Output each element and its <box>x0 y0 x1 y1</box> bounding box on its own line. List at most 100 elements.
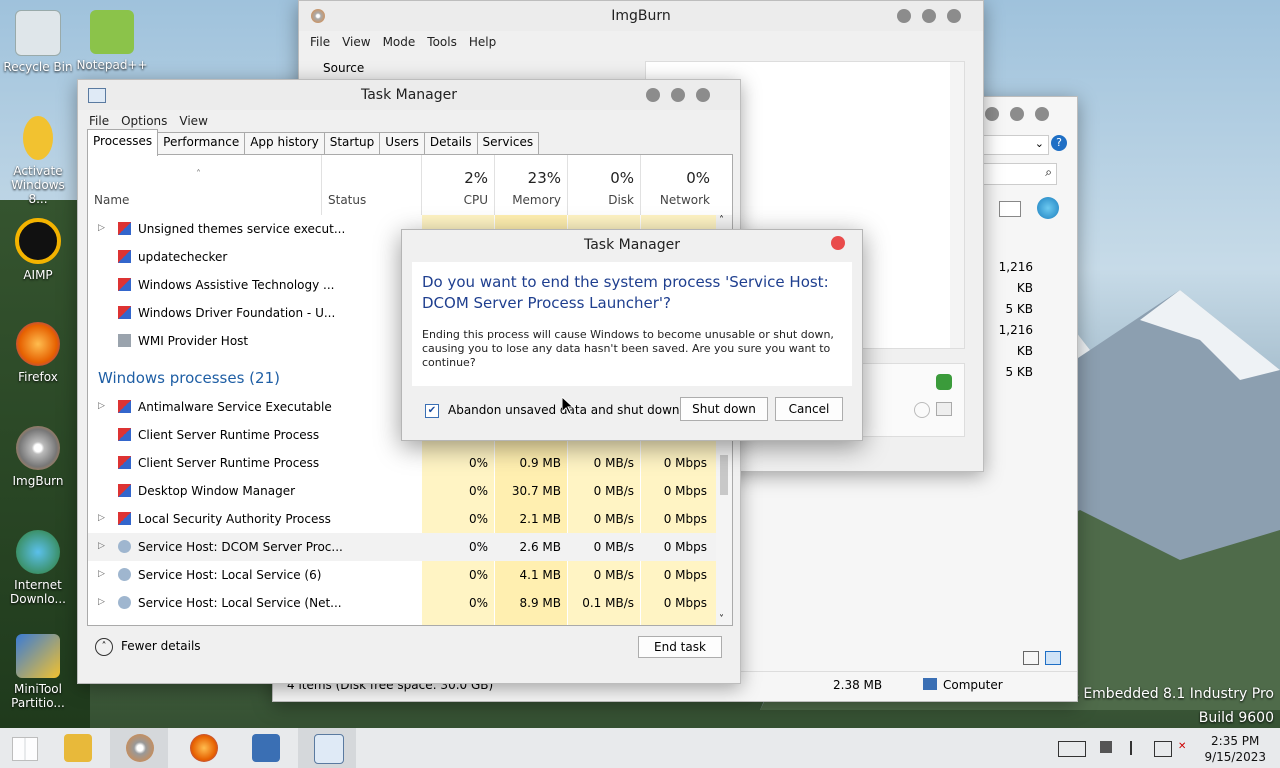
cpu-value: 0% <box>468 596 488 610</box>
table-row[interactable]: Client Server Runtime Process 0% 0.9 MB … <box>88 449 716 477</box>
expand-arrow-icon[interactable]: ▷ <box>98 513 105 523</box>
tab-users[interactable]: Users <box>379 132 425 154</box>
taskbar-imgburn[interactable] <box>110 728 168 768</box>
windows-watermark-edition: ws Embedded 8.1 Industry Pro <box>1060 686 1274 702</box>
table-row-selected[interactable]: ▷ Service Host: DCOM Server Proc... 0% 2… <box>88 533 716 561</box>
taskbar-task-manager[interactable] <box>298 728 356 768</box>
expand-arrow-icon[interactable]: ▷ <box>98 569 105 579</box>
scrollbar-thumb[interactable] <box>720 455 728 495</box>
expand-arrow-icon[interactable]: ▷ <box>98 541 105 551</box>
imgburn-titlebar[interactable]: ImgBurn <box>299 1 983 31</box>
green-build-icon[interactable] <box>936 374 952 390</box>
explorer-address-dropdown[interactable]: ⌄ <box>983 135 1049 155</box>
network-globe-icon[interactable] <box>1037 197 1059 219</box>
table-row[interactable]: ▷ Service Host: Local Service (Net... 0%… <box>88 589 716 617</box>
minimize-button[interactable] <box>897 9 911 23</box>
table-row[interactable]: ▷ Service Host: Local Service (6) 0% 4.1… <box>88 561 716 589</box>
desktop-icon-notepadpp[interactable]: Notepad++ <box>74 10 150 72</box>
log-scrollbar[interactable] <box>950 62 964 348</box>
table-row[interactable]: Desktop Window Manager 0% 30.7 MB 0 MB/s… <box>88 477 716 505</box>
network-disconnected-icon[interactable] <box>1154 741 1172 757</box>
close-button[interactable] <box>1035 107 1049 121</box>
maximize-button[interactable] <box>922 9 936 23</box>
large-icons-view-icon[interactable] <box>1045 651 1061 665</box>
menu-options[interactable]: Options <box>116 114 172 128</box>
stop-square-icon[interactable] <box>1100 741 1112 753</box>
menu-file[interactable]: File <box>84 114 114 128</box>
process-app-icon <box>118 428 131 441</box>
end-process-dialog[interactable]: Task Manager Do you want to end the syst… <box>401 229 863 441</box>
desktop-icon-recycle-bin[interactable]: Recycle Bin <box>0 10 76 74</box>
source-group-label: Source <box>323 61 365 75</box>
imgburn-menubar: File View Mode Tools Help <box>299 31 983 53</box>
close-button[interactable] <box>831 236 845 250</box>
table-row[interactable]: ▷ Local Security Authority Process 0% 2.… <box>88 505 716 533</box>
column-header-status-area <box>322 155 422 215</box>
tab-startup[interactable]: Startup <box>323 132 381 154</box>
process-name: Service Host: Local Service (Net... <box>138 596 342 610</box>
tab-app-history[interactable]: App history <box>244 132 325 154</box>
taskbar-file-explorer[interactable] <box>48 728 106 768</box>
menu-tools[interactable]: Tools <box>422 35 462 49</box>
tab-services[interactable]: Services <box>476 132 540 154</box>
memory-value: 2.6 MB <box>519 540 561 554</box>
expand-arrow-icon[interactable]: ▷ <box>98 401 105 411</box>
details-view-icon[interactable] <box>1023 651 1039 665</box>
taskbar-firefox[interactable] <box>174 728 232 768</box>
menu-help[interactable]: Help <box>464 35 501 49</box>
system-clock[interactable]: 2:35 PM 9/15/2023 <box>1204 733 1266 765</box>
scroll-up-arrow-icon[interactable]: ˄ <box>719 215 724 226</box>
maximize-button[interactable] <box>671 88 685 102</box>
dialog-message: Ending this process will cause Windows t… <box>422 328 834 369</box>
expand-arrow-icon[interactable]: ▷ <box>98 597 105 607</box>
desktop-icon-imgburn[interactable]: ImgBurn <box>0 426 76 488</box>
cpu-value: 0% <box>468 568 488 582</box>
column-header-cpu[interactable]: 2% CPU <box>422 155 495 215</box>
collapse-up-icon: ˄ <box>95 638 113 656</box>
memory-total: 23% <box>527 169 561 187</box>
minimize-button[interactable] <box>985 107 999 121</box>
end-task-button[interactable]: End task <box>638 636 722 658</box>
taskbar-keyboard-app[interactable] <box>236 728 294 768</box>
settings-icon[interactable] <box>914 402 930 418</box>
shut-down-button[interactable]: Shut down <box>680 397 768 421</box>
desktop-icon-aimp[interactable]: AIMP <box>0 218 76 282</box>
minimize-button[interactable] <box>646 88 660 102</box>
column-header-disk[interactable]: 0% Disk <box>568 155 641 215</box>
action-center-flag-icon[interactable] <box>1130 741 1148 755</box>
taskbar: ✕ 2:35 PM 9/15/2023 <box>0 728 1280 768</box>
view-toggle-icon[interactable] <box>999 201 1021 217</box>
desktop-icon-minitool[interactable]: MiniTool Partitio... <box>0 634 76 710</box>
help-icon[interactable]: ? <box>1051 135 1067 151</box>
abandon-data-checkbox[interactable]: ✔ <box>425 404 439 418</box>
file-size: 5 KB <box>1005 365 1033 379</box>
column-header-memory[interactable]: 23% Memory <box>495 155 568 215</box>
dialog-body: Do you want to end the system process 'S… <box>412 262 852 386</box>
touch-keyboard-icon[interactable] <box>1058 741 1086 757</box>
menu-view[interactable]: View <box>337 35 375 49</box>
column-header-network[interactable]: 0% Network <box>641 155 716 215</box>
menu-mode[interactable]: Mode <box>378 35 421 49</box>
desktop-icon-internet-download[interactable]: Internet Downlo... <box>0 530 76 606</box>
task-manager-titlebar[interactable]: Task Manager <box>78 80 740 110</box>
menu-view[interactable]: View <box>174 114 212 128</box>
cancel-button[interactable]: Cancel <box>775 397 843 421</box>
close-button[interactable] <box>696 88 710 102</box>
explorer-search-input[interactable]: ⌕ <box>983 163 1057 185</box>
cpu-value: 0% <box>468 540 488 554</box>
desktop-icon-firefox[interactable]: Firefox <box>0 322 76 384</box>
memory-value: 8.9 MB <box>519 596 561 610</box>
book-icon[interactable] <box>936 402 952 416</box>
tab-performance[interactable]: Performance <box>157 132 246 154</box>
desktop-icon-activate-windows[interactable]: Activate Windows 8... <box>0 116 76 206</box>
maximize-button[interactable] <box>1010 107 1024 121</box>
close-button[interactable] <box>947 9 961 23</box>
tab-details[interactable]: Details <box>423 132 478 154</box>
tab-processes[interactable]: Processes <box>87 129 159 156</box>
volume-muted-icon[interactable]: ✕ <box>1178 741 1194 755</box>
menu-file[interactable]: File <box>305 35 335 49</box>
scroll-down-arrow-icon[interactable]: ˅ <box>719 614 724 625</box>
expand-arrow-icon[interactable]: ▷ <box>98 223 105 233</box>
disk-value: 0.1 MB/s <box>582 596 634 610</box>
cpu-value: 0% <box>468 484 488 498</box>
